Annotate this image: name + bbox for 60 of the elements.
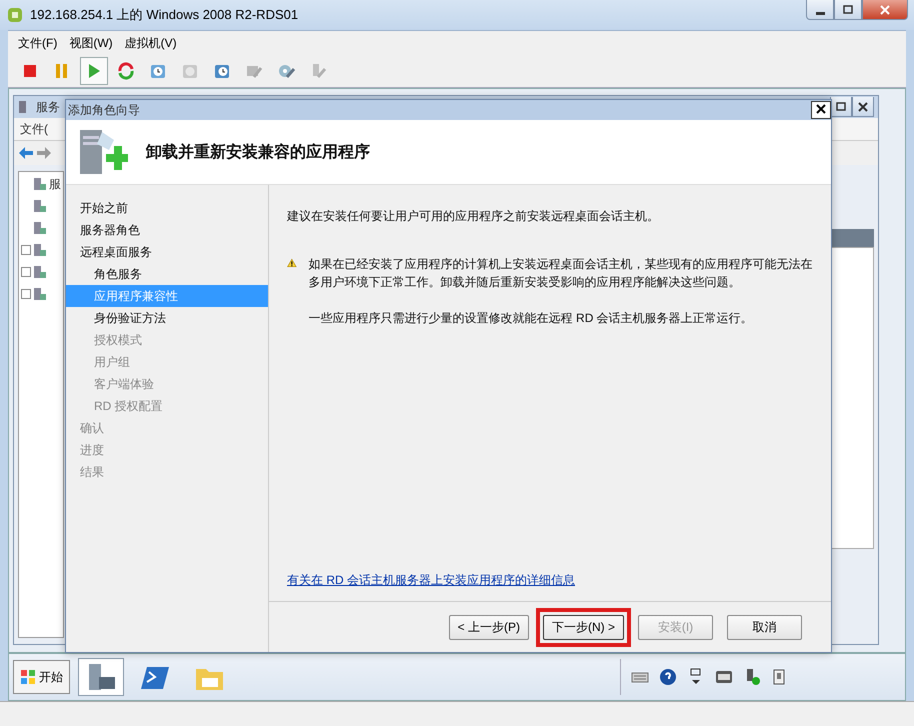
play-button[interactable]: [80, 57, 108, 85]
wizard-step: 远程桌面服务: [66, 241, 268, 263]
server-toolbox-button[interactable]: [78, 658, 124, 696]
wizard-button[interactable]: < 上一步(P): [448, 614, 529, 640]
close-icon: [878, 4, 892, 16]
menu-item[interactable]: 虚拟机(V): [124, 34, 177, 52]
dialog-title: 添加角色向导: [68, 102, 140, 118]
windows-logo-icon: [20, 669, 36, 685]
forward-arrow-icon[interactable]: [36, 146, 52, 160]
wizard-heading: 卸载并重新安装兼容的应用程序: [146, 142, 370, 162]
window-title: 服务: [36, 98, 60, 116]
maximize-icon: [841, 4, 855, 16]
wizard-step: 客户端体验: [66, 373, 268, 395]
help-button[interactable]: [657, 666, 679, 688]
wizard-step: 结果: [66, 461, 268, 483]
intro-text: 建议在安装任何要让用户可用的应用程序之前安装远程桌面会话主机。: [287, 208, 660, 225]
server-icon: [33, 177, 47, 191]
warning-text: 如果在已经安装了应用程序的计算机上安装远程桌面会话主机，某些现有的应用程序可能无法在多用户环境下正常工作。卸载并随后重新安装受影响的应用程序能解决这些问题。: [308, 256, 813, 291]
wizard-button[interactable]: 下一步(N) >: [543, 614, 624, 640]
close-icon: [814, 102, 828, 114]
server-icon: [33, 265, 47, 279]
menu-item[interactable]: 文件(: [20, 120, 48, 138]
expand-icon[interactable]: [21, 245, 31, 255]
expand-icon[interactable]: [21, 289, 31, 299]
window-title: 192.168.254.1 上的 Windows 2008 R2-RDS01: [30, 6, 300, 24]
wizard-step: 进度: [66, 439, 268, 461]
wizard-step: 确认: [66, 417, 268, 439]
wizard-step: 服务器角色: [66, 219, 268, 241]
wizard-step: RD 授权配置: [66, 395, 268, 417]
tree-item[interactable]: 服: [49, 176, 61, 192]
maximize-button[interactable]: [834, 0, 862, 20]
wizard-button[interactable]: 取消: [727, 614, 802, 640]
wizard-step: 应用程序兼容性: [66, 285, 268, 307]
close-button[interactable]: [852, 97, 874, 117]
minimize-button[interactable]: [806, 0, 834, 20]
wizard-step: 角色服务: [66, 263, 268, 285]
section-header: [830, 229, 874, 247]
expand-icon[interactable]: [21, 267, 31, 277]
note-text: 一些应用程序只需进行少量的设置修改就能在远程 RD 会话主机服务器上正常运行。: [308, 310, 754, 327]
server-icon: [33, 221, 47, 235]
wizard-step: 身份验证方法: [66, 307, 268, 329]
minimize-icon: [816, 12, 824, 15]
back-arrow-icon[interactable]: [18, 146, 34, 160]
close-button[interactable]: [811, 101, 831, 119]
server-icon: [33, 243, 47, 257]
server-icon: [33, 287, 47, 301]
menu-item[interactable]: 文件(F): [18, 34, 58, 52]
wizard-step: 开始之前: [66, 197, 268, 219]
wizard-step: 授权模式: [66, 329, 268, 351]
close-icon: [856, 100, 870, 112]
help-icon: [658, 667, 678, 687]
refresh-icon: [116, 61, 136, 81]
app-logo-icon: [6, 6, 24, 24]
start-button[interactable]: 开始: [13, 660, 70, 694]
server-icon: [33, 199, 47, 213]
maximize-icon: [834, 100, 848, 112]
wizard-step: 用户组: [66, 351, 268, 373]
menu-item[interactable]: 视图(W): [69, 34, 113, 52]
details-link[interactable]: 有关在 RD 会话主机服务器上安装应用程序的详细信息: [287, 572, 813, 589]
maximize-button[interactable]: [830, 97, 852, 117]
